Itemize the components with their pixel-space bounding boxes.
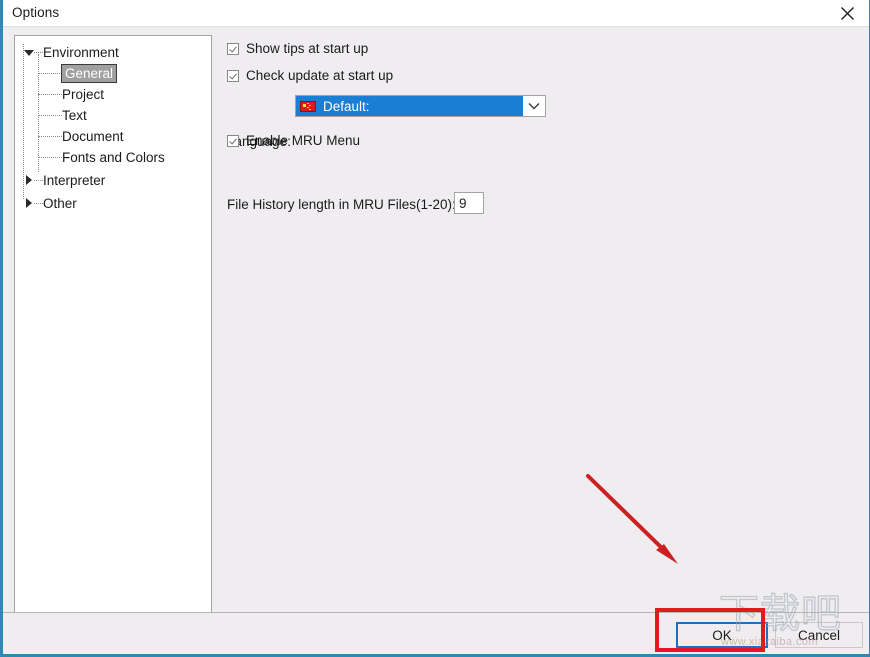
tree-connector	[38, 72, 62, 75]
tree-connector	[34, 51, 43, 54]
tree-item-document[interactable]: Document	[15, 126, 211, 147]
tree-item-label: Text	[62, 108, 87, 123]
window-title: Options	[12, 5, 60, 20]
check-update-label: Check update at start up	[246, 68, 394, 83]
tree-item-general[interactable]: General	[15, 63, 211, 84]
close-icon	[840, 6, 855, 21]
tree-item-label: Project	[62, 87, 105, 102]
language-select[interactable]: Default:	[295, 95, 546, 117]
tree-item-project[interactable]: Project	[15, 84, 211, 105]
tree-item-other[interactable]: Other	[15, 193, 211, 214]
expander-open-icon[interactable]	[23, 47, 34, 58]
chevron-down-icon[interactable]	[523, 96, 545, 116]
ok-button[interactable]: OK	[676, 622, 768, 648]
tree-item-label: Other	[43, 196, 77, 211]
enable-mru-checkbox-row[interactable]: Enable MRU Menu	[227, 133, 360, 148]
show-tips-label: Show tips at start up	[246, 41, 369, 56]
expander-closed-icon[interactable]	[23, 198, 34, 209]
mru-length-input[interactable]	[454, 192, 484, 214]
tree-item-label: Document	[62, 129, 124, 144]
checkbox-icon[interactable]	[227, 42, 239, 55]
title-bar: Options	[3, 0, 869, 27]
footer-separator	[3, 612, 869, 613]
enable-mru-label: Enable MRU Menu	[246, 133, 361, 148]
tree-item-text[interactable]: Text	[15, 105, 211, 126]
cancel-button[interactable]: Cancel	[775, 622, 863, 648]
tree-connector	[38, 114, 62, 117]
expander-closed-icon[interactable]	[23, 175, 34, 186]
show-tips-checkbox-row[interactable]: Show tips at start up	[227, 41, 368, 56]
tree-item-label: Fonts and Colors	[62, 150, 165, 165]
tree-item-label: Interpreter	[43, 173, 106, 188]
language-selected-option: Default:	[296, 96, 523, 116]
tree-connector	[34, 202, 43, 205]
mru-length-label: File History length in MRU Files(1-20):	[227, 197, 456, 212]
tree-item-fonts-and-colors[interactable]: Fonts and Colors	[15, 147, 211, 168]
tree-connector	[38, 156, 62, 159]
tree-connector	[38, 135, 62, 138]
tree-item-label: Environment	[43, 45, 119, 60]
settings-pane: Show tips at start up Check update at st…	[223, 35, 863, 595]
tree-item-interpreter[interactable]: Interpreter	[15, 170, 211, 191]
options-dialog-window: Options Environment General Project Text…	[0, 0, 870, 657]
checkbox-icon[interactable]	[227, 69, 239, 82]
tree-item-label: General	[61, 64, 118, 83]
settings-category-tree[interactable]: Environment General Project Text Documen…	[14, 35, 212, 613]
checkbox-icon[interactable]	[227, 134, 239, 147]
china-flag-icon	[300, 100, 316, 112]
language-value: Default:	[323, 98, 370, 114]
tree-connector	[34, 179, 43, 182]
tree-item-environment[interactable]: Environment	[15, 42, 211, 63]
check-update-checkbox-row[interactable]: Check update at start up	[227, 68, 393, 83]
tree-connector	[38, 93, 62, 96]
close-button[interactable]	[825, 0, 869, 26]
